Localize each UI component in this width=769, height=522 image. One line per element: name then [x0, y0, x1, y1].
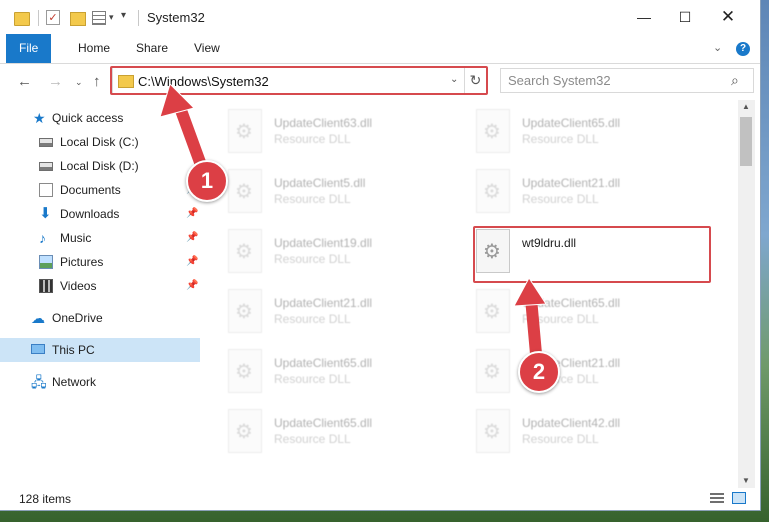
- instruction-arrows: [159, 83, 547, 371]
- step-1-badge: 1: [186, 160, 228, 202]
- step-2-badge: 2: [518, 351, 560, 393]
